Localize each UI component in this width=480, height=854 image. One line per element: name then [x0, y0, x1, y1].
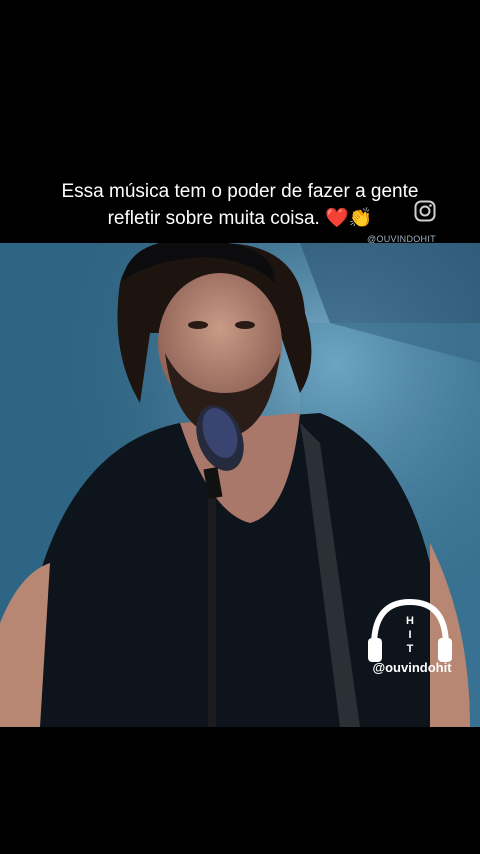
logo-letter-t: T [407, 643, 414, 655]
logo-handle: @ouvindohit [372, 660, 452, 675]
logo-letter-h: H [406, 615, 414, 627]
logo-letter-i: I [408, 629, 411, 641]
caption: Essa música tem o poder de fazer a gente… [30, 178, 450, 232]
top-watermark: @OUVINDOHIT [367, 234, 436, 244]
instagram-icon [414, 200, 436, 222]
caption-line-1: Essa música tem o poder de fazer a gente [61, 181, 419, 202]
caption-line-2: refletir sobre muita coisa. ❤️👏 [107, 208, 373, 229]
